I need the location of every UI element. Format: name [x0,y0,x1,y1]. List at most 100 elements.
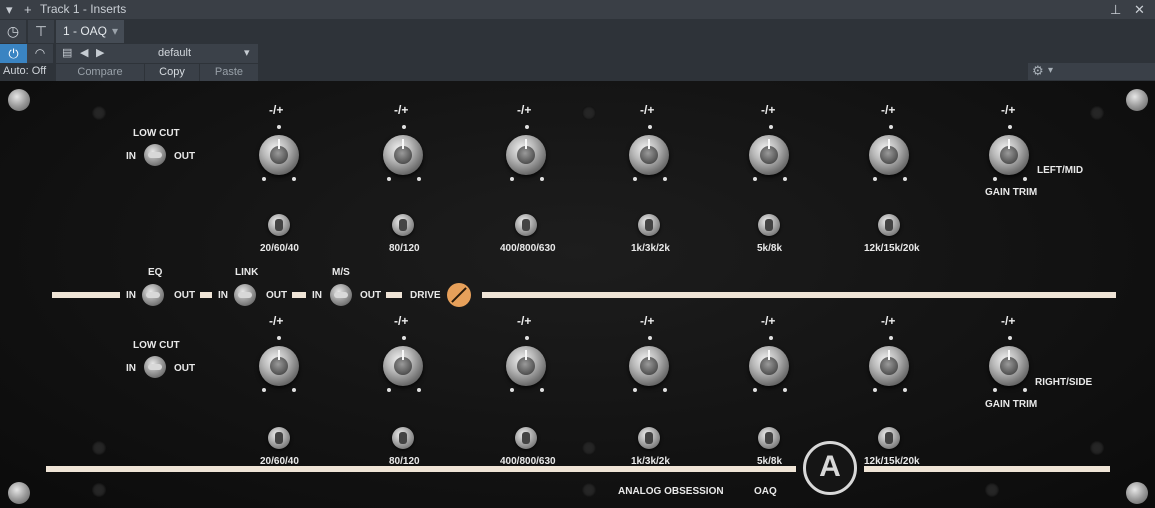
preset-toolbar: ⏻ ◠ Auto: Off ▤ ◀ ▶ default ▾ Compare Co… [0,44,1155,81]
clock-icon[interactable]: ◷ [0,20,26,43]
copy-button[interactable]: Copy [145,64,199,81]
compare-button[interactable]: Compare [56,64,144,81]
band6-bottom-freq-selector[interactable] [878,427,900,449]
band6-bottom-plusminus: -/+ [881,314,896,328]
brand-label: ANALOG OBSESSION [618,486,724,497]
next-preset-icon[interactable]: ▶ [96,46,104,59]
gain-trim-bottom-label: GAIN TRIM [985,399,1038,410]
pin-icon[interactable]: ⊥ [1110,2,1121,17]
gear-icon[interactable]: ⚙ [1032,63,1044,79]
band3-bottom-gain-knob[interactable] [506,346,546,386]
eq-label: EQ [148,267,163,278]
band1-top-plusminus: -/+ [269,103,284,117]
gain-trim-top-knob[interactable] [989,135,1029,175]
power-icon: ⏻ [8,46,19,61]
paste-button[interactable]: Paste [200,64,258,81]
scale-dot [387,177,391,181]
channel-top-label: LEFT/MID [1037,165,1084,176]
mount-hole [582,441,596,455]
band2-top-freq-label: 80/120 [389,243,420,254]
low-cut-out-label-top: OUT [174,151,196,162]
chevron-down-icon: ▾ [111,24,118,38]
scale-dot [633,388,637,392]
scale-dot [402,125,406,129]
chevron-down-icon[interactable]: ▾ [244,46,250,59]
ms-out-label: OUT [360,290,382,301]
link-toggle[interactable] [234,284,256,306]
band1-bottom-freq-selector[interactable] [268,427,290,449]
automation-icon[interactable]: ◠ [27,44,53,63]
insert-tab[interactable]: 1 - OAQ ▾ [56,20,124,43]
chevron-down-icon[interactable]: ▾ [6,2,13,17]
gain-trim-bottom-plusminus: -/+ [1001,314,1016,328]
band4-top-freq-selector[interactable] [638,214,660,236]
screw [1126,482,1148,504]
drive-button[interactable] [447,283,471,307]
band5-bottom-plusminus: -/+ [761,314,776,328]
mount-hole [1090,441,1104,455]
eq-out-label: OUT [174,290,196,301]
close-icon[interactable]: ✕ [1134,2,1145,17]
low-cut-toggle-bottom[interactable] [144,356,166,378]
band1-top-gain-knob[interactable] [259,135,299,175]
scale-dot [510,177,514,181]
panel-strip [864,466,1110,472]
band1-bottom-gain-knob[interactable] [259,346,299,386]
eq-toggle[interactable] [142,284,164,306]
add-icon[interactable]: + [24,2,32,17]
preset-name: default [158,47,192,59]
band1-top-freq-selector[interactable] [268,214,290,236]
scale-dot [648,125,652,129]
chevron-down-icon[interactable]: ▾ [1048,65,1053,76]
band6-top-freq-selector[interactable] [878,214,900,236]
scale-dot [417,177,421,181]
low-cut-out-label-bottom: OUT [174,363,196,374]
band2-top-gain-knob[interactable] [383,135,423,175]
channel-bottom-label: RIGHT/SIDE [1035,377,1093,388]
band3-top-gain-knob[interactable] [506,135,546,175]
screw [1126,89,1148,111]
scale-dot [663,388,667,392]
band3-bottom-freq-selector[interactable] [515,427,537,449]
mount-hole [985,483,999,497]
band5-bottom-freq-selector[interactable] [758,427,780,449]
scale-dot [1008,125,1012,129]
ms-toggle[interactable] [330,284,352,306]
scale-dot [903,388,907,392]
band5-top-gain-knob[interactable] [749,135,789,175]
band2-bottom-gain-knob[interactable] [383,346,423,386]
band4-top-gain-knob[interactable] [629,135,669,175]
automation-status[interactable]: Auto: Off [3,65,46,77]
band2-bottom-freq-selector[interactable] [392,427,414,449]
low-cut-toggle-top[interactable] [144,144,166,166]
band4-bottom-gain-knob[interactable] [629,346,669,386]
gain-trim-bottom-knob[interactable] [989,346,1029,386]
link-in-label: IN [218,290,228,301]
band3-top-freq-selector[interactable] [515,214,537,236]
panel-strip [52,292,120,298]
panel-strip [386,292,402,298]
band6-top-gain-knob[interactable] [869,135,909,175]
scale-dot [417,388,421,392]
band5-bottom-gain-knob[interactable] [749,346,789,386]
panel-strip [482,292,1116,298]
logo-letter-icon: A [819,450,841,483]
band5-top-freq-selector[interactable] [758,214,780,236]
band4-bottom-freq-selector[interactable] [638,427,660,449]
ms-label: M/S [332,267,350,278]
band2-top-freq-selector[interactable] [392,214,414,236]
scale-dot [753,177,757,181]
file-icon[interactable]: ▤ [62,46,72,59]
gain-trim-top-label: GAIN TRIM [985,187,1038,198]
scale-dot [525,125,529,129]
preset-selector[interactable]: ▤ ◀ ▶ default ▾ [56,44,258,63]
band6-bottom-gain-knob[interactable] [869,346,909,386]
prev-preset-icon[interactable]: ◀ [80,46,88,59]
routing-icon[interactable]: ⊤ [28,20,54,43]
low-cut-label-bottom: LOW CUT [133,340,180,351]
drive-label: DRIVE [410,290,441,301]
scale-dot [292,388,296,392]
scale-dot [292,177,296,181]
band1-top-freq-label: 20/60/40 [260,243,299,254]
power-button[interactable]: ⏻ [0,44,27,63]
